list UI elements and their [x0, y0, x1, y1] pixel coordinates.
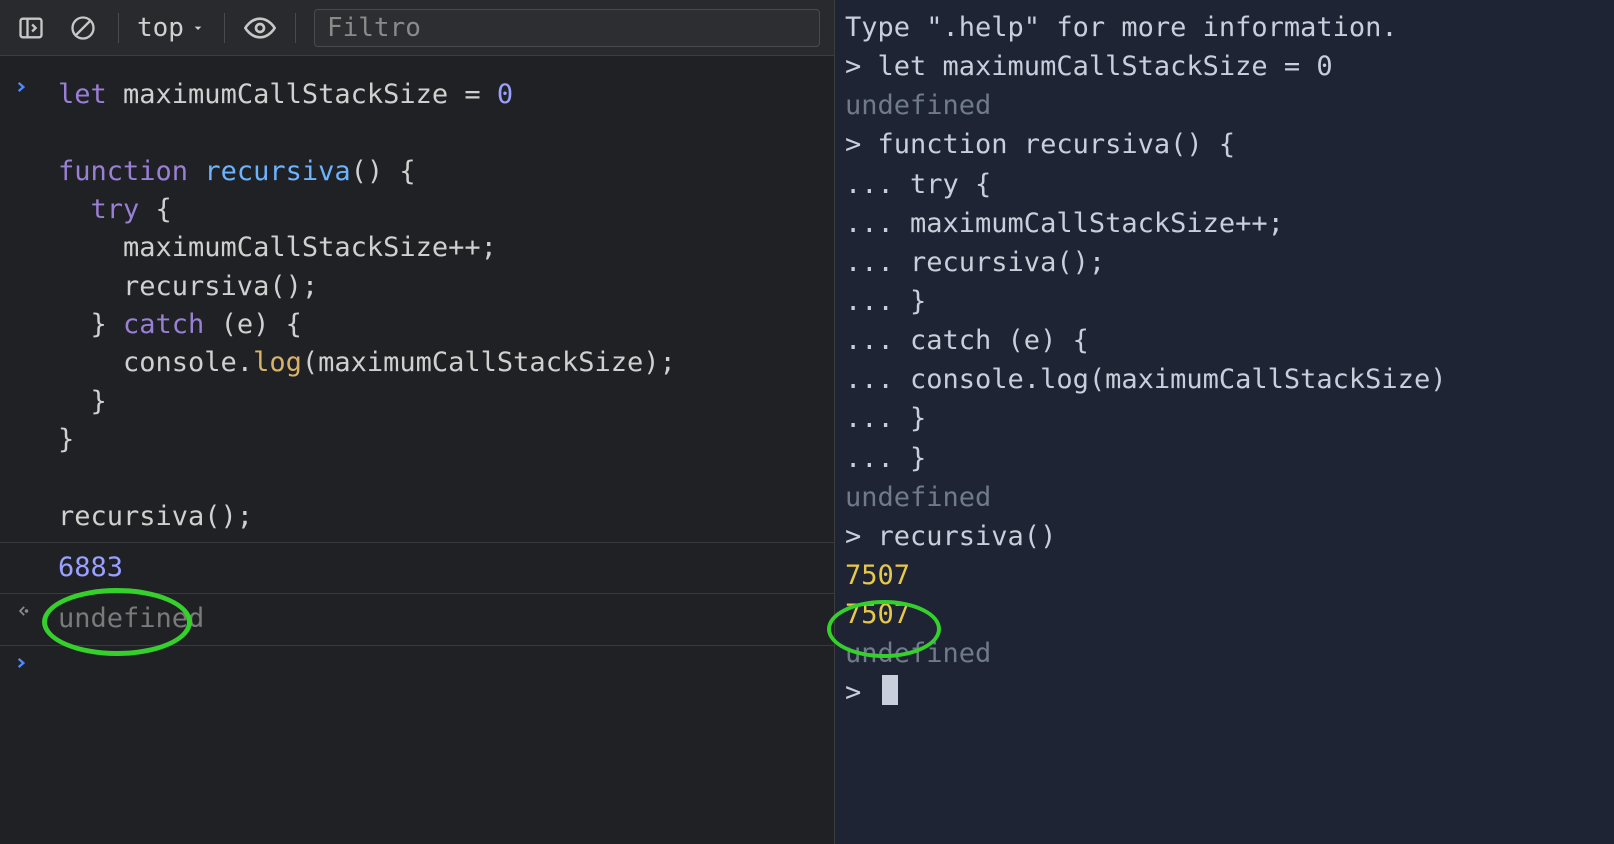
console-return-value: undefined: [58, 600, 820, 638]
repl-line: ... try {: [845, 165, 1604, 204]
filter-input[interactable]: [314, 9, 820, 47]
context-selector[interactable]: top: [137, 13, 206, 43]
repl-line: ... console.log(maximumCallStackSize): [845, 360, 1604, 399]
console-log-row: 6883: [0, 549, 834, 587]
repl-output: Type ".help" for more information.> let …: [845, 8, 1604, 713]
console-input-code: let maximumCallStackSize = 0 function re…: [58, 76, 820, 536]
console-body[interactable]: let maximumCallStackSize = 0 function re…: [0, 56, 834, 844]
repl-line: ... }: [845, 439, 1604, 478]
repl-cursor: [882, 675, 898, 705]
input-prompt-icon: [14, 652, 58, 670]
context-label: top: [137, 13, 184, 43]
repl-line: ... maximumCallStackSize++;: [845, 204, 1604, 243]
console-toolbar: top: [0, 0, 834, 56]
node-repl-pane[interactable]: Type ".help" for more information.> let …: [835, 0, 1614, 844]
repl-line: > function recursiva() {: [845, 125, 1604, 164]
app-root: top let m: [0, 0, 1614, 844]
repl-line: > let maximumCallStackSize = 0: [845, 47, 1604, 86]
clear-console-icon[interactable]: [66, 11, 100, 45]
log-gutter: [14, 549, 58, 553]
repl-line: >: [845, 673, 1604, 712]
repl-line: undefined: [845, 478, 1604, 517]
console-log-value: 6883: [58, 549, 820, 587]
console-input-row: let maximumCallStackSize = 0 function re…: [0, 76, 834, 536]
console-separator: [0, 645, 834, 646]
toolbar-separator: [118, 13, 119, 43]
console-return-row: undefined: [0, 600, 834, 638]
console-separator: [0, 542, 834, 543]
input-prompt-icon: [14, 76, 58, 94]
live-expression-icon[interactable]: [243, 11, 277, 45]
toggle-sidebar-icon[interactable]: [14, 11, 48, 45]
chevron-down-icon: [190, 20, 206, 36]
return-prompt-icon: [14, 600, 58, 618]
repl-line: Type ".help" for more information.: [845, 8, 1604, 47]
toolbar-separator: [295, 13, 296, 43]
repl-line: undefined: [845, 634, 1604, 673]
console-next-prompt[interactable]: [0, 652, 834, 670]
console-separator: [0, 593, 834, 594]
devtools-console-pane: top let m: [0, 0, 835, 844]
repl-line: > recursiva(): [845, 517, 1604, 556]
repl-line: 7507: [845, 595, 1604, 634]
repl-line: ... }: [845, 282, 1604, 321]
repl-line: ... recursiva();: [845, 243, 1604, 282]
repl-line: undefined: [845, 86, 1604, 125]
repl-line: ... catch (e) {: [845, 321, 1604, 360]
repl-line: 7507: [845, 556, 1604, 595]
repl-line: ... }: [845, 399, 1604, 438]
toolbar-separator: [224, 13, 225, 43]
